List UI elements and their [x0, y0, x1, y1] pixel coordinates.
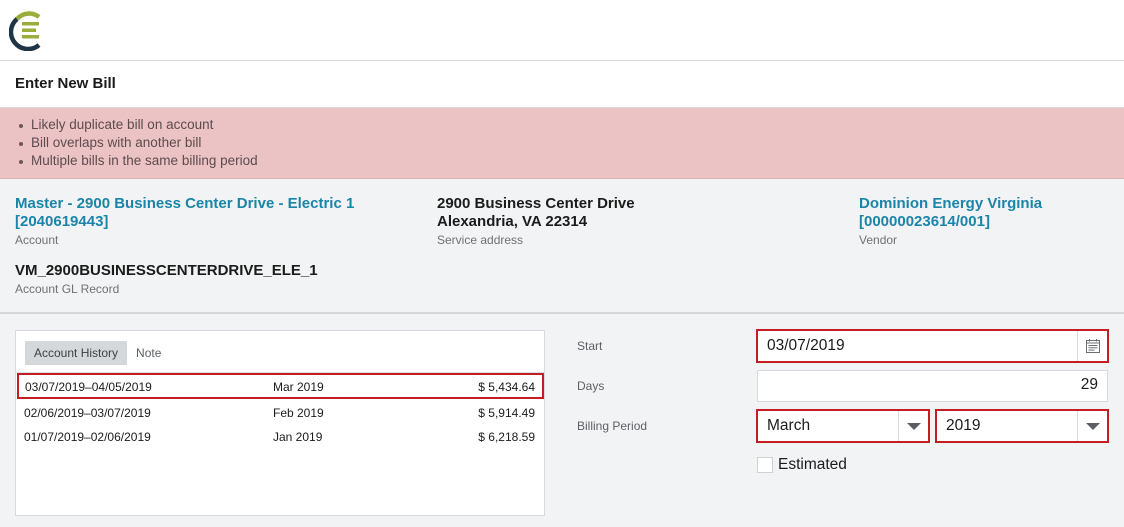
tab-account-history[interactable]: Account History: [25, 341, 128, 365]
account-name[interactable]: Master - 2900 Business Center Drive - El…: [15, 195, 354, 213]
alert-item: Bill overlaps with another bill: [18, 134, 258, 152]
billing-year-value[interactable]: 2019: [946, 417, 980, 435]
start-date-field[interactable]: 03/07/2019: [756, 329, 1109, 363]
billing-year-dropdown-button[interactable]: [1077, 411, 1107, 441]
billing-year-select[interactable]: 2019: [935, 409, 1109, 443]
billing-period-label: Billing Period: [577, 419, 648, 433]
account-block: Master - 2900 Business Center Drive - El…: [15, 195, 354, 248]
alert-item: Likely duplicate bill on account: [18, 116, 258, 134]
gl-record-value: VM_2900BUSINESSCENTERDRIVE_ELE_1: [15, 262, 318, 279]
vendor-caption: Vendor: [859, 233, 898, 247]
account-history-panel: Account History Note 03/07/2019–04/05/20…: [15, 330, 545, 516]
service-address-caption: Service address: [437, 233, 524, 247]
tab-note[interactable]: Note: [127, 341, 170, 365]
billing-month-value[interactable]: March: [767, 417, 810, 435]
history-period: Jan 2019: [273, 430, 323, 444]
start-date-value[interactable]: 03/07/2019: [767, 337, 845, 355]
history-range: 02/06/2019–03/07/2019: [24, 406, 151, 420]
gl-record-block: VM_2900BUSINESSCENTERDRIVE_ELE_1 Account…: [15, 262, 318, 297]
estimated-label[interactable]: Estimated: [778, 456, 847, 474]
history-row-flagged[interactable]: 03/07/2019–04/05/2019 Mar 2019 $ 5,434.6…: [17, 373, 544, 399]
bill-info-section: Master - 2900 Business Center Drive - El…: [0, 179, 1124, 314]
page-title: Enter New Bill: [15, 75, 116, 92]
history-row[interactable]: 01/07/2019–02/06/2019 Jan 2019 $ 6,218.5…: [17, 425, 544, 451]
service-address-block: 2900 Business Center Drive Alexandria, V…: [437, 195, 635, 248]
account-caption: Account: [15, 233, 59, 247]
calendar-button[interactable]: [1077, 331, 1107, 361]
history-period: Mar 2019: [273, 380, 324, 394]
history-range: 03/07/2019–04/05/2019: [25, 380, 152, 394]
top-bar: [0, 0, 1124, 61]
service-address-line2: Alexandria, VA 22314: [437, 213, 588, 230]
history-row[interactable]: 02/06/2019–03/07/2019 Feb 2019 $ 5,914.4…: [17, 401, 544, 427]
history-tabs: Account History Note: [25, 341, 170, 365]
service-address-line1: 2900 Business Center Drive: [437, 195, 635, 212]
days-label: Days: [577, 379, 605, 393]
billing-month-select[interactable]: March: [756, 409, 930, 443]
vendor-block: Dominion Energy Virginia [00000023614/00…: [859, 195, 1042, 248]
estimated-checkbox[interactable]: [757, 457, 773, 473]
vendor-link[interactable]: Dominion Energy Virginia [00000023614/00…: [859, 195, 1042, 231]
history-amount: $ 5,914.49: [478, 406, 535, 420]
vendor-name[interactable]: Dominion Energy Virginia: [859, 195, 1042, 213]
billing-month-dropdown-button[interactable]: [898, 411, 928, 441]
warning-alert: Likely duplicate bill on account Bill ov…: [0, 108, 1124, 179]
chevron-down-icon: [1085, 422, 1100, 430]
history-range: 01/07/2019–02/06/2019: [24, 430, 151, 444]
history-amount: $ 5,434.64: [478, 380, 535, 394]
estimated-checkbox-row[interactable]: Estimated: [757, 456, 847, 474]
gl-record-caption: Account GL Record: [15, 282, 120, 296]
company-logo-icon[interactable]: [9, 9, 47, 51]
days-value[interactable]: 29: [1081, 376, 1098, 394]
history-period: Feb 2019: [273, 406, 324, 420]
chevron-down-icon: [906, 422, 921, 430]
title-bar: Enter New Bill: [0, 61, 1124, 108]
history-amount: $ 6,218.59: [478, 430, 535, 444]
calendar-icon: [1085, 339, 1100, 353]
alert-list: Likely duplicate bill on account Bill ov…: [18, 116, 258, 170]
start-label: Start: [577, 339, 603, 353]
vendor-number[interactable]: [00000023614/001]: [859, 213, 1042, 231]
account-link[interactable]: Master - 2900 Business Center Drive - El…: [15, 195, 354, 231]
account-number[interactable]: [2040619443]: [15, 213, 354, 231]
days-input[interactable]: 29: [757, 370, 1108, 402]
alert-item: Multiple bills in the same billing perio…: [18, 152, 258, 170]
